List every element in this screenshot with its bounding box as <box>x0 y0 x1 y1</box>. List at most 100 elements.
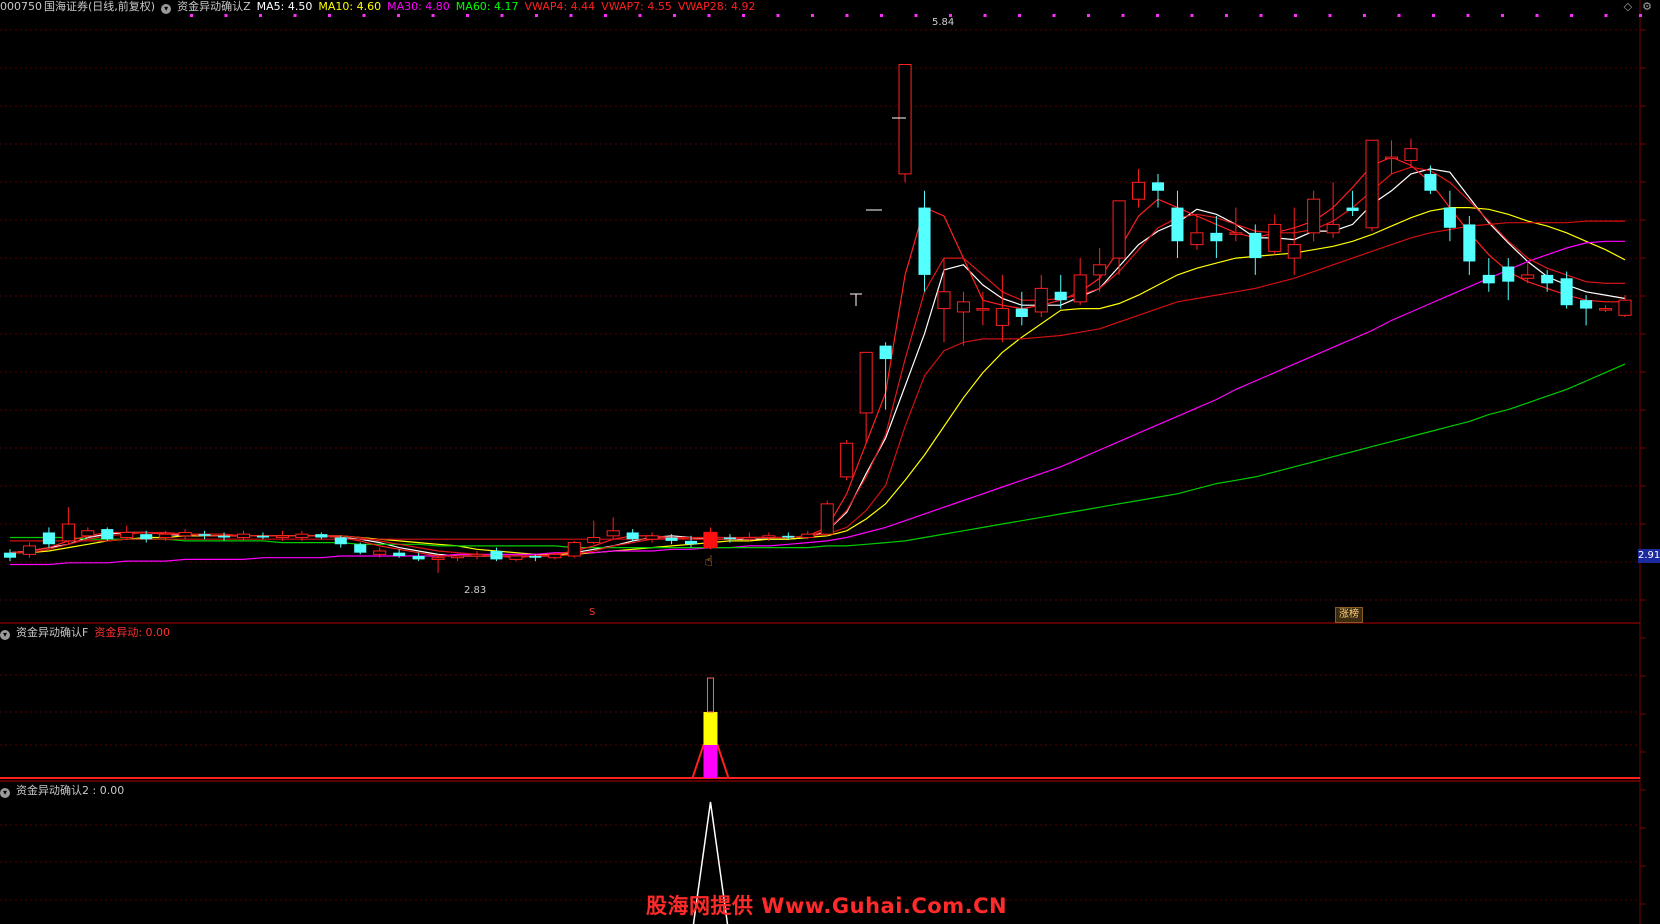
top-marker <box>1225 14 1228 17</box>
candle-body <box>159 533 173 539</box>
hand-pointer-icon: ☝ <box>704 554 713 570</box>
ma-legend: MA5: 4.50 MA10: 4.60 MA30: 4.80 MA60: 4.17 V… <box>257 0 762 13</box>
candle <box>1560 271 1573 309</box>
ma-label-0: MA5: 4.50 <box>256 0 313 13</box>
candle-body <box>1404 148 1418 161</box>
candle-body <box>354 544 367 553</box>
top-marker <box>1121 14 1125 17</box>
candle <box>956 291 970 346</box>
main-panel-header: 000750 国海证券(日线,前复权) ▾ 资金异动确认Z MA5: 4.50 MA10:… <box>0 0 767 14</box>
top-marker <box>845 14 849 17</box>
candle-body <box>1054 291 1067 301</box>
panel2-name[interactable]: 资金异动确认F <box>16 626 88 639</box>
top-marker <box>293 14 297 17</box>
top-marker <box>535 14 538 17</box>
chevron-down-icon[interactable]: ▾ <box>161 4 172 14</box>
top-marker <box>983 14 987 17</box>
candle-body <box>840 442 854 478</box>
top-marker <box>466 14 469 17</box>
candle-body <box>723 537 736 540</box>
top-marker <box>431 14 435 17</box>
candle-body <box>1502 266 1515 282</box>
series-line-vwap4 <box>9 156 1625 559</box>
candle <box>256 532 269 540</box>
diamond-icon[interactable]: ◇ <box>1624 0 1632 13</box>
top-marker <box>397 14 400 17</box>
candle-body <box>1190 232 1204 246</box>
candle-body <box>450 555 465 559</box>
chevron-down-icon[interactable]: ▾ <box>0 630 10 640</box>
candle <box>1171 190 1184 259</box>
top-marker <box>1501 14 1504 17</box>
candlestick-layer[interactable]: ☝ <box>3 64 1632 573</box>
top-marker <box>1432 14 1435 17</box>
candle-body <box>1151 182 1165 191</box>
candle-body <box>1210 232 1223 242</box>
low-price-label: 2.83 <box>464 585 487 596</box>
candle <box>42 527 55 548</box>
panel2-header: ▾ 资金异动确认F 资金异动: 0.00 <box>0 626 176 640</box>
top-marker <box>1570 14 1573 17</box>
candle-body <box>1326 223 1340 234</box>
top-marker <box>811 14 814 17</box>
candle-body <box>1132 181 1146 200</box>
candle-body <box>198 534 211 536</box>
candle <box>490 547 503 562</box>
candle <box>431 554 445 573</box>
stock-chart-svg[interactable]: ☝ <box>0 0 1660 924</box>
top-marker <box>224 14 228 17</box>
candle <box>1190 216 1204 250</box>
candle-body <box>567 542 581 557</box>
candle <box>645 532 659 543</box>
candle <box>801 530 815 540</box>
stock-name: 国海证券(日线,前复权) <box>44 0 156 13</box>
top-marker <box>500 14 504 17</box>
candle-body <box>1112 200 1126 259</box>
top-marker <box>1328 14 1332 17</box>
candle-body <box>626 532 639 540</box>
settings-icon[interactable]: ⚙ <box>1642 0 1652 13</box>
panel3-name[interactable]: 资金异动确认2 : 0.00 <box>16 784 124 797</box>
ma-label-2: MA30: 4.80 <box>387 0 450 13</box>
candle-body <box>509 555 523 560</box>
limit-up-badge[interactable]: 涨榜 <box>1335 607 1363 623</box>
candle <box>1287 207 1301 275</box>
candle-body <box>315 534 328 538</box>
indicator-name[interactable]: 资金异动确认Z <box>177 0 251 13</box>
candle <box>840 439 854 481</box>
candle-body <box>529 556 542 558</box>
candle-body <box>1073 274 1087 303</box>
candle-body <box>275 535 289 539</box>
candle-body <box>1424 173 1437 191</box>
panel3-header: ▾ 资金异动确认2 : 0.00 <box>0 784 130 798</box>
candle-body <box>120 531 134 539</box>
candle <box>918 190 931 292</box>
panel2-bar-magenta <box>703 745 718 778</box>
candle <box>1132 168 1146 208</box>
candle <box>606 517 620 540</box>
candle <box>587 520 601 545</box>
candle-body <box>1463 224 1476 262</box>
candle-body <box>101 529 114 540</box>
candle-body <box>937 291 951 310</box>
candle-body <box>742 537 756 540</box>
candle <box>22 542 36 558</box>
grid-layer <box>0 0 1646 924</box>
candle-body <box>665 537 678 541</box>
candle-body <box>1384 156 1399 160</box>
candle <box>334 535 347 548</box>
candle-body <box>684 540 698 545</box>
candle-body <box>762 535 776 539</box>
chevron-down-icon[interactable]: ▾ <box>0 788 10 798</box>
candle <box>1034 274 1048 317</box>
moving-average-layer <box>9 156 1626 566</box>
top-marker <box>880 14 883 17</box>
candle <box>626 529 639 541</box>
candle <box>1599 305 1613 312</box>
candle-body <box>334 537 347 545</box>
candle <box>61 507 75 545</box>
top-marker <box>604 14 607 17</box>
candle-body <box>1229 232 1243 235</box>
candle <box>1404 138 1418 168</box>
top-marker <box>362 14 366 17</box>
